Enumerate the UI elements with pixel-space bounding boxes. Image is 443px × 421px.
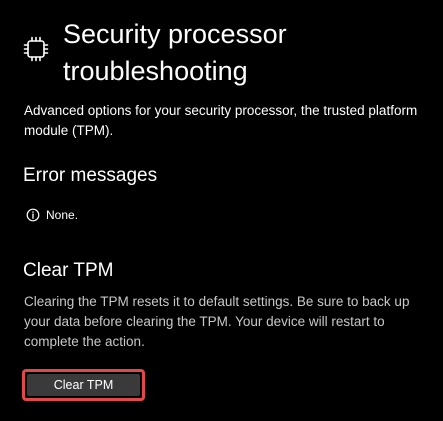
- info-icon: [26, 208, 40, 222]
- clear-tpm-button[interactable]: Clear TPM: [27, 374, 140, 396]
- page-title: Security processor troubleshooting: [63, 19, 287, 86]
- error-message-row: None.: [26, 206, 78, 224]
- error-message-text: None.: [46, 208, 79, 222]
- error-messages-heading: Error messages: [23, 165, 158, 186]
- chip-icon: [22, 35, 50, 63]
- page-description: Advanced options for your security proce…: [24, 103, 418, 138]
- security-processor-troubleshooting-page: Security processor troubleshooting Advan…: [0, 0, 443, 421]
- clear-tpm-heading: Clear TPM: [23, 260, 114, 281]
- clear-tpm-description: Clearing the TPM resets it to default se…: [24, 294, 410, 349]
